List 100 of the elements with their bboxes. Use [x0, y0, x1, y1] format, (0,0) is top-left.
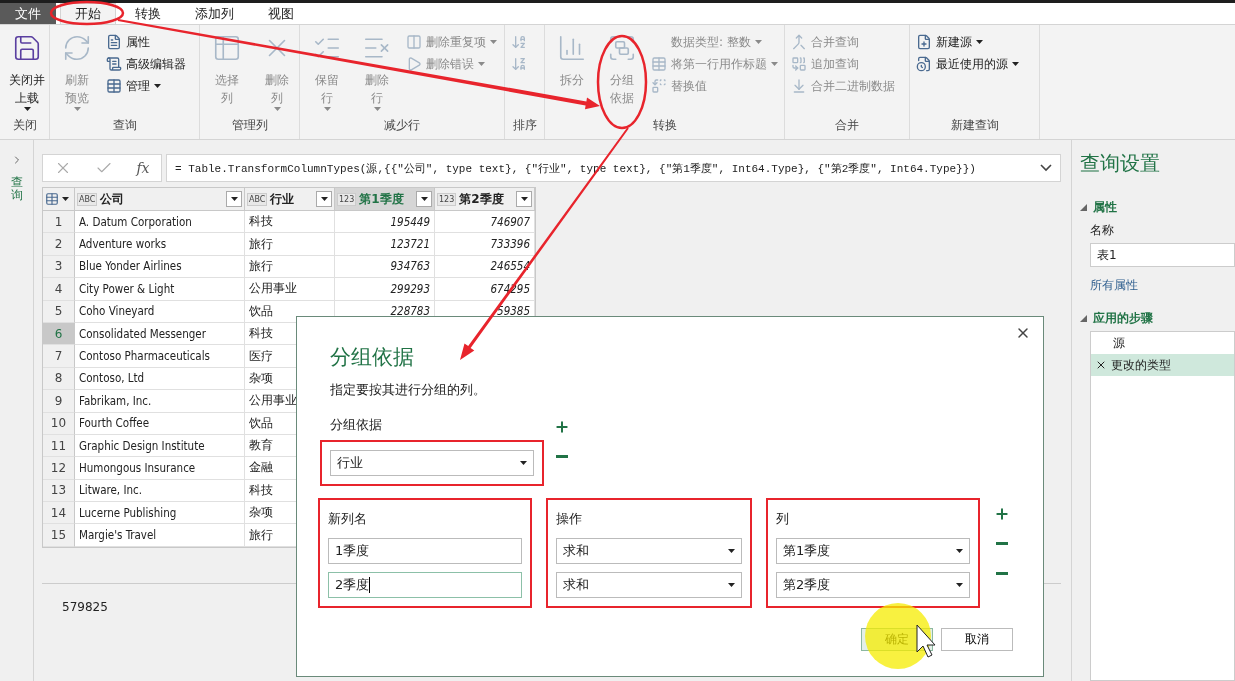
type-badge[interactable]: ABC — [247, 192, 268, 206]
plus-icon — [554, 419, 570, 435]
table-cell: Coho Vineyard — [75, 300, 245, 323]
row-number[interactable]: 3 — [43, 255, 75, 279]
column-select[interactable]: 第2季度 — [776, 572, 970, 598]
column-header[interactable]: ABC 行业 — [245, 188, 335, 211]
caret-icon — [520, 461, 527, 465]
type-badge[interactable]: 123 — [437, 192, 457, 206]
filter-button[interactable] — [516, 191, 532, 207]
table-cell: Lucerne Publishing — [75, 502, 245, 525]
caret-icon — [420, 197, 428, 201]
filter-button[interactable] — [226, 191, 242, 207]
panel-title: 查询设置 — [1080, 150, 1161, 177]
expanded-triangle-icon[interactable] — [1080, 204, 1087, 211]
table-cell: 299293 — [335, 278, 435, 301]
table-cell: Graphic Design Institute — [75, 434, 245, 458]
column-header[interactable]: ABC 公司 — [75, 188, 245, 211]
section-title: 属性 — [1093, 199, 1117, 216]
name-field[interactable]: 表1 — [1090, 243, 1235, 267]
table-cell: City Power & Light — [75, 278, 245, 301]
group-select[interactable]: 行业 — [330, 450, 534, 476]
minus-icon — [996, 572, 1008, 575]
minus-icon — [556, 455, 568, 458]
name-field[interactable]: 2季度 — [328, 572, 522, 598]
table-cell: Litware, Inc. — [75, 479, 245, 503]
save-icon — [12, 33, 42, 63]
download-icon — [791, 78, 807, 94]
column-heading: 列 — [776, 509, 790, 528]
row-number[interactable]: 7 — [43, 345, 75, 368]
group-icon — [607, 33, 637, 63]
merge-icon — [791, 34, 807, 50]
row-number[interactable]: 1 — [43, 211, 75, 234]
chevron-down-icon[interactable] — [1040, 164, 1052, 172]
row-number[interactable]: 11 — [43, 434, 75, 458]
caret-icon — [956, 583, 963, 587]
ribbon-button[interactable]: 最近使用的源 — [914, 53, 1021, 75]
table-cell: Contoso, Ltd — [75, 367, 245, 391]
table-cell: 旅行 — [245, 233, 335, 256]
table-cell: Fabrikam, Inc. — [75, 390, 245, 413]
add-button[interactable] — [554, 419, 570, 435]
all-properties-link[interactable]: 所有属性 — [1090, 277, 1235, 294]
add-button[interactable] — [994, 506, 1010, 522]
ribbon-button[interactable]: 新建源 — [914, 31, 1021, 53]
table-cell: Consolidated Messenger — [75, 322, 245, 346]
name-field[interactable]: 1季度 — [328, 538, 522, 564]
table-cell: 934763 — [335, 255, 435, 279]
table-cell: Margie's Travel — [75, 524, 245, 547]
column-select[interactable]: 第1季度 — [776, 538, 970, 564]
table-cell: Adventure works — [75, 233, 245, 256]
step-item[interactable]: 更改的类型 — [1091, 354, 1234, 376]
scroll-icon — [106, 56, 122, 72]
expanded-triangle-icon[interactable] — [1080, 315, 1087, 322]
row-number[interactable]: 10 — [43, 412, 75, 435]
table-menu[interactable] — [43, 188, 75, 211]
row-number[interactable]: 9 — [43, 390, 75, 413]
play-icon — [406, 56, 422, 72]
group-label: 减少行 — [383, 117, 421, 134]
row-number[interactable]: 4 — [43, 278, 75, 301]
column-header[interactable]: 123 第1季度 — [335, 188, 435, 211]
group-label: 合并 — [834, 117, 860, 134]
row-number[interactable]: 5 — [43, 300, 75, 323]
filter-button[interactable] — [316, 191, 332, 207]
delete-icon[interactable] — [1095, 359, 1107, 371]
caret-icon — [728, 549, 735, 553]
row-number[interactable]: 13 — [43, 479, 75, 503]
row-number[interactable]: 8 — [43, 367, 75, 391]
row-number[interactable]: 14 — [43, 502, 75, 525]
group-label: 管理列 — [230, 117, 269, 134]
table-cell: Humongous Insurance — [75, 457, 245, 480]
table-cell: Contoso Pharmaceuticals — [75, 345, 245, 368]
group-label: 查询 — [111, 117, 138, 134]
table-cell: 195449 — [335, 211, 435, 234]
ribbon-button[interactable]: 管理 — [104, 75, 188, 97]
column-header[interactable]: 123 第2季度 — [435, 188, 535, 211]
operation-select[interactable]: 求和 — [556, 572, 742, 598]
menu-tab[interactable]: 文件 — [0, 3, 56, 24]
function-button[interactable]: fx — [136, 160, 150, 176]
filter-button[interactable] — [416, 191, 432, 207]
table-cell: 123721 — [335, 233, 435, 256]
table-cell: 公用事业 — [245, 278, 335, 301]
operation-select[interactable]: 求和 — [556, 538, 742, 564]
table-icon — [106, 78, 122, 94]
row-number[interactable]: 12 — [43, 457, 75, 480]
row-number[interactable]: 6 — [43, 322, 75, 346]
plus-icon — [994, 506, 1010, 522]
refresh-icon — [62, 33, 92, 63]
row-number[interactable]: 2 — [43, 233, 75, 256]
ribbon-button[interactable]: 属性 — [104, 31, 188, 53]
cancel-button[interactable]: 取消 — [941, 628, 1013, 651]
ribbon-button[interactable]: 高级编辑器 — [104, 53, 188, 75]
caret-icon — [520, 197, 528, 201]
type-badge[interactable]: 123 — [337, 192, 357, 206]
row-number[interactable]: 15 — [43, 524, 75, 547]
close-icon — [1015, 325, 1031, 341]
table-cell: Fourth Coffee — [75, 412, 245, 435]
table-icon — [212, 33, 242, 63]
table-cell: Blue Yonder Airlines — [75, 255, 245, 279]
type-badge[interactable]: ABC — [77, 192, 98, 206]
table-cell: 科技 — [245, 211, 335, 234]
ribbon-button[interactable]: 关闭并 上载 — [4, 29, 50, 117]
